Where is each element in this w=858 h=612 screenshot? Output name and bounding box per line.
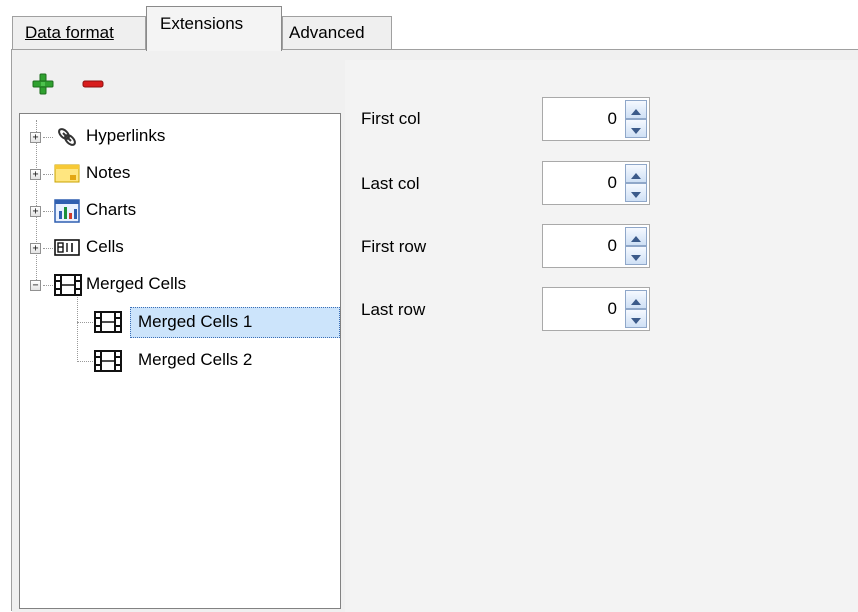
tab-extensions[interactable]: Extensions [146,6,282,51]
tree-item-label: Merged Cells 2 [138,350,253,369]
spin-down-button[interactable] [625,183,647,202]
arrow-up-icon [631,290,641,310]
first-col-spinner[interactable]: 0 [542,97,650,141]
arrow-down-icon [631,119,641,139]
first-row-spinner[interactable]: 0 [542,224,650,268]
remove-button[interactable] [79,72,107,100]
last-row-label: Last row [361,300,426,319]
expand-icon[interactable]: + [30,206,41,217]
arrow-down-icon [631,246,641,266]
arrow-up-icon [631,227,641,247]
arrow-down-icon [631,309,641,329]
tree-item-label: Cells [86,237,124,256]
spin-up-button[interactable] [625,164,647,183]
spin-up-button[interactable] [625,290,647,309]
merged-cells-icon [94,310,122,339]
collapse-icon[interactable]: − [30,280,41,291]
merged-cells-icon [54,273,82,302]
arrow-up-icon [631,164,641,184]
tree-item-label: Hyperlinks [86,126,166,145]
tree-item-merged-cells-2[interactable]: Merged Cells 2 [20,346,340,376]
tree-item-cells[interactable]: + Cells [20,233,340,263]
last-row-spinner[interactable]: 0 [542,287,650,331]
properties-area [345,60,858,612]
arrow-down-icon [631,183,641,203]
spin-up-button[interactable] [625,100,647,119]
first-col-value[interactable]: 0 [608,109,617,129]
tab-data-format[interactable]: Data format [12,16,146,49]
hyperlink-icon [54,124,80,155]
first-row-label: First row [361,237,427,256]
spin-up-button[interactable] [625,227,647,246]
cell-icon [54,237,80,264]
expand-icon[interactable]: + [30,132,41,143]
tab-advanced-label: Advanced [289,23,365,42]
last-row-value[interactable]: 0 [608,299,617,319]
tree-item-notes[interactable]: + Notes [20,159,340,189]
extensions-tree[interactable]: + Hyperlinks + Notes + Charts + Cells − … [19,113,341,609]
tree-item-label: Merged Cells [86,274,187,293]
minus-icon [81,72,105,101]
last-col-value[interactable]: 0 [608,173,617,193]
plus-icon [31,72,55,101]
expand-icon[interactable]: + [30,243,41,254]
first-row-value[interactable]: 0 [608,236,617,256]
spin-down-button[interactable] [625,309,647,328]
arrow-up-icon [631,100,641,120]
tab-advanced[interactable]: Advanced [282,16,392,49]
note-icon [54,163,80,190]
tab-data-format-label: Data format [25,23,114,42]
tree-item-charts[interactable]: + Charts [20,196,340,226]
tab-bar: Data format Extensions Advanced [0,0,858,51]
add-button[interactable] [29,72,57,100]
first-col-label: First col [361,109,421,128]
tree-item-label: Notes [86,163,131,182]
merged-cells-icon [94,349,122,378]
tree-item-hyperlinks[interactable]: + Hyperlinks [20,122,340,152]
tab-extensions-label: Extensions [160,14,244,33]
tree-item-merged-cells[interactable]: − Merged Cells [20,270,340,300]
last-col-spinner[interactable]: 0 [542,161,650,205]
tree-item-merged-cells-1[interactable]: Merged Cells 1 [20,307,340,339]
expand-icon[interactable]: + [30,169,41,180]
last-col-label: Last col [361,174,420,193]
spin-down-button[interactable] [625,119,647,138]
tree-item-label: Charts [86,200,137,219]
chart-icon [54,199,80,228]
tree-item-label: Merged Cells 1 [138,312,253,331]
spin-down-button[interactable] [625,246,647,265]
